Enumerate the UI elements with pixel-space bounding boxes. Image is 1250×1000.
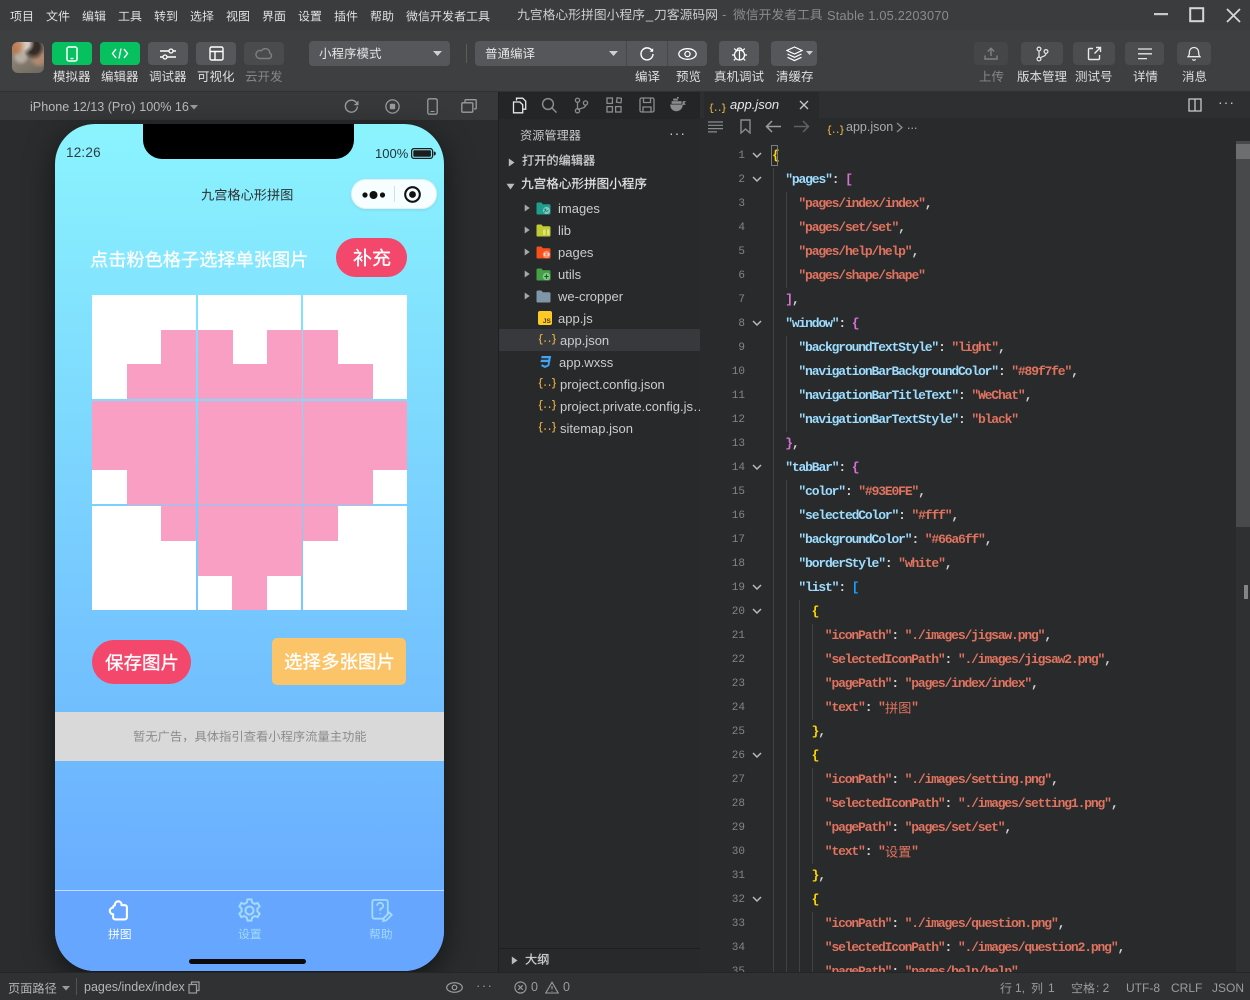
svg-text:JS: JS	[543, 318, 552, 325]
